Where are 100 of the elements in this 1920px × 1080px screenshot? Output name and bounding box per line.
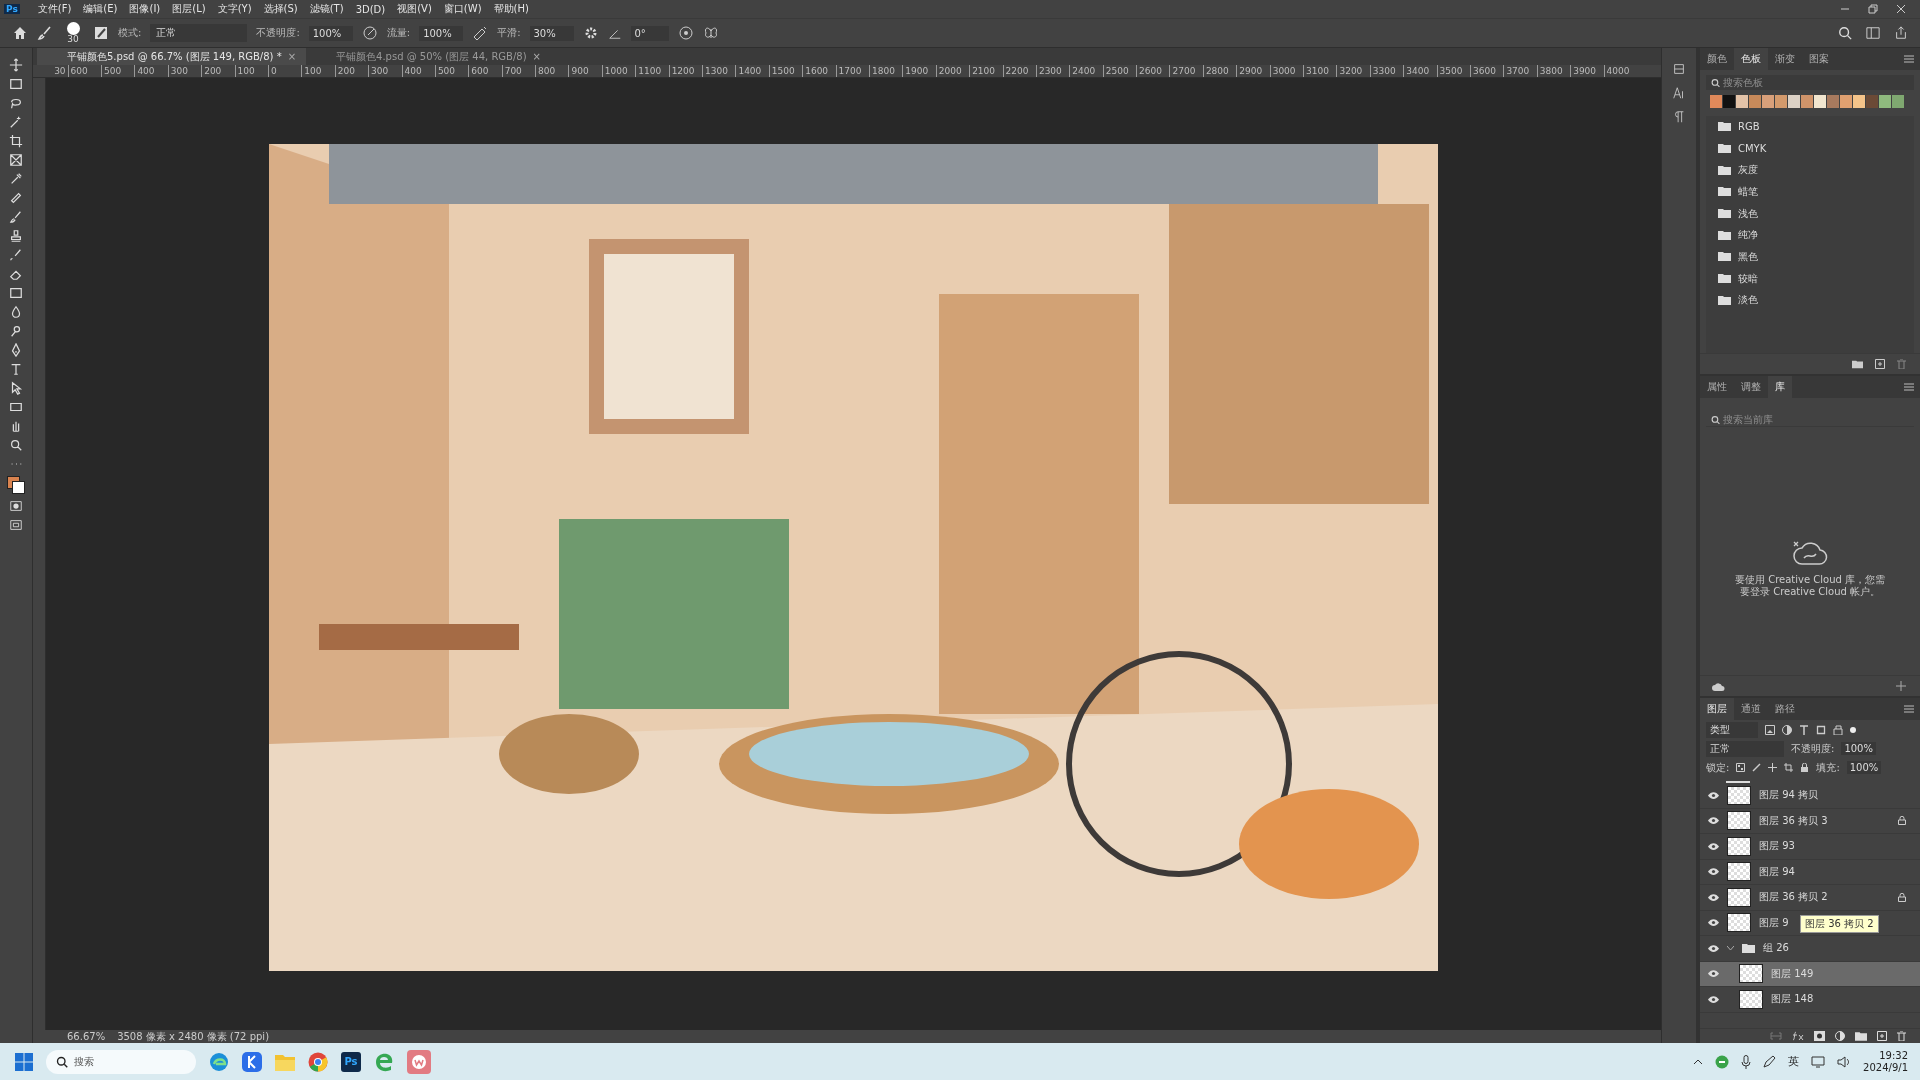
dodge-icon[interactable] bbox=[9, 324, 23, 338]
layer-row[interactable]: 图层 36 拷贝 2 bbox=[1700, 885, 1920, 911]
speaker-icon[interactable] bbox=[1837, 1055, 1852, 1068]
menu-item[interactable]: 帮助(H) bbox=[487, 2, 535, 16]
panel-tab[interactable]: 通道 bbox=[1734, 698, 1768, 720]
search-field[interactable]: 搜索 bbox=[46, 1049, 196, 1074]
marquee-icon[interactable] bbox=[9, 77, 23, 91]
panel-tab[interactable]: 库 bbox=[1768, 376, 1792, 398]
opacity-field[interactable]: 100% bbox=[1841, 742, 1876, 755]
brush-icon[interactable] bbox=[9, 210, 23, 224]
lock-icon[interactable] bbox=[1800, 763, 1810, 772]
filter-toggle-icon[interactable] bbox=[1850, 726, 1856, 733]
quick-mask-icon[interactable] bbox=[9, 499, 23, 513]
panel-tab[interactable]: 调整 bbox=[1734, 376, 1768, 398]
smoothing-field[interactable]: 30% bbox=[529, 25, 574, 41]
browser-icon[interactable] bbox=[209, 1051, 229, 1072]
photoshop-app-icon[interactable]: Ps bbox=[341, 1051, 361, 1072]
menu-item[interactable]: 3D(D) bbox=[349, 3, 392, 15]
eye-icon[interactable] bbox=[1708, 970, 1719, 978]
chevron-icon[interactable] bbox=[1727, 945, 1734, 951]
menu-item[interactable]: 文字(Y) bbox=[211, 2, 258, 16]
folder-icon[interactable] bbox=[1852, 359, 1863, 369]
frame-icon[interactable] bbox=[9, 153, 23, 167]
pressure-icon[interactable] bbox=[361, 25, 378, 41]
swatch-folder[interactable]: 黑色 bbox=[1706, 246, 1914, 268]
layer-filter-dropdown[interactable]: 类型 bbox=[1706, 721, 1758, 738]
layer-row[interactable]: 图层 36 拷贝 3 bbox=[1700, 808, 1920, 834]
layer-row[interactable]: 图层 94 bbox=[1700, 859, 1920, 885]
menu-icon[interactable] bbox=[1904, 383, 1914, 391]
gradient-icon[interactable] bbox=[9, 286, 23, 300]
drop-icon[interactable] bbox=[9, 305, 23, 319]
opacity-field[interactable]: 100% bbox=[308, 25, 353, 41]
brush-panel-icon[interactable] bbox=[93, 25, 109, 41]
adjustment-icon[interactable] bbox=[1835, 1031, 1845, 1041]
home-icon[interactable] bbox=[12, 25, 28, 41]
eye-icon[interactable] bbox=[1708, 919, 1719, 927]
mask-icon[interactable] bbox=[1814, 1031, 1825, 1041]
eye-icon[interactable] bbox=[1708, 791, 1719, 799]
blend-mode-dropdown[interactable]: 正常 bbox=[1706, 740, 1784, 757]
swatch-folder[interactable]: 浅色 bbox=[1706, 202, 1914, 225]
chat-app-icon[interactable] bbox=[407, 1049, 431, 1074]
move-icon[interactable] bbox=[1768, 763, 1778, 772]
type-icon[interactable] bbox=[9, 362, 23, 376]
eye-icon[interactable] bbox=[1708, 842, 1719, 850]
swatch-folder[interactable]: 灰度 bbox=[1706, 159, 1914, 182]
color-swatch[interactable] bbox=[1853, 95, 1865, 108]
angle-field[interactable]: 0° bbox=[630, 25, 669, 41]
menu-item[interactable]: 选择(S) bbox=[257, 2, 304, 16]
eye-icon[interactable] bbox=[1708, 893, 1719, 901]
eye-icon[interactable] bbox=[1708, 995, 1719, 1003]
fill-field[interactable]: 100% bbox=[1846, 761, 1882, 774]
microphone-icon[interactable] bbox=[1741, 1054, 1752, 1069]
menu-item[interactable]: 滤镜(T) bbox=[303, 2, 350, 16]
brush-icon[interactable] bbox=[1752, 763, 1762, 772]
paragraph-icon[interactable] bbox=[1672, 110, 1686, 124]
panel-tab[interactable]: 渐变 bbox=[1768, 48, 1802, 70]
workspace-icon[interactable] bbox=[1866, 26, 1880, 40]
fx-icon[interactable] bbox=[1792, 1031, 1804, 1041]
layer-row[interactable]: 图层 94 拷贝 bbox=[1700, 783, 1920, 809]
eye-icon[interactable] bbox=[1708, 944, 1719, 952]
search-field[interactable]: 搜索当前库 bbox=[1706, 412, 1914, 427]
eye-icon[interactable] bbox=[1708, 817, 1719, 825]
network-icon[interactable] bbox=[1811, 1055, 1826, 1068]
menu-item[interactable]: 图层(L) bbox=[166, 2, 212, 16]
windows-icon[interactable] bbox=[15, 1052, 33, 1071]
color-swatch[interactable] bbox=[1840, 95, 1852, 108]
layer-group[interactable]: 组 26 bbox=[1700, 936, 1920, 962]
crop-icon[interactable] bbox=[9, 134, 23, 148]
color-swatch[interactable] bbox=[1801, 95, 1813, 108]
adjustment-filter-icon[interactable] bbox=[1782, 724, 1792, 735]
character-icon[interactable] bbox=[1672, 86, 1686, 100]
brush-size-picker[interactable]: 30 bbox=[62, 22, 84, 44]
color-swatch[interactable] bbox=[1788, 95, 1800, 108]
mode-dropdown[interactable]: 正常 bbox=[150, 24, 248, 42]
panel-tab[interactable]: 颜色 bbox=[1700, 48, 1734, 70]
panel-tab[interactable]: 图案 bbox=[1802, 48, 1836, 70]
menu-icon[interactable] bbox=[1904, 705, 1914, 713]
menu-item[interactable]: 窗口(W) bbox=[437, 2, 488, 16]
swatch-folder[interactable]: RGB bbox=[1706, 116, 1914, 138]
color-swatch[interactable] bbox=[1749, 95, 1761, 108]
share-icon[interactable] bbox=[1894, 26, 1908, 40]
image-filter-icon[interactable] bbox=[1765, 724, 1775, 735]
swatch-folder[interactable]: CMYK bbox=[1706, 137, 1914, 160]
lasso-icon[interactable] bbox=[9, 96, 23, 110]
clock-time[interactable]: 19:32 bbox=[1879, 1049, 1908, 1062]
screen-mode-icon[interactable] bbox=[9, 518, 23, 532]
panel-tab[interactable]: 路径 bbox=[1768, 698, 1802, 720]
color-swatch[interactable] bbox=[1723, 95, 1735, 108]
menu-item[interactable]: 视图(V) bbox=[391, 2, 438, 16]
panel-tab[interactable]: 属性 bbox=[1700, 376, 1734, 398]
layer-row[interactable]: 图层 93 bbox=[1700, 834, 1920, 860]
color-swatches[interactable] bbox=[7, 476, 25, 494]
panel-tab[interactable]: 色板 bbox=[1734, 48, 1768, 70]
restore-icon[interactable] bbox=[1868, 4, 1878, 14]
close-icon[interactable] bbox=[1896, 4, 1906, 14]
stamp-icon[interactable] bbox=[9, 229, 23, 243]
app-icon[interactable] bbox=[242, 1051, 262, 1072]
color-swatch[interactable] bbox=[1892, 95, 1904, 108]
chevron-up-icon[interactable] bbox=[1693, 1058, 1704, 1065]
crop-icon[interactable] bbox=[1784, 763, 1794, 772]
